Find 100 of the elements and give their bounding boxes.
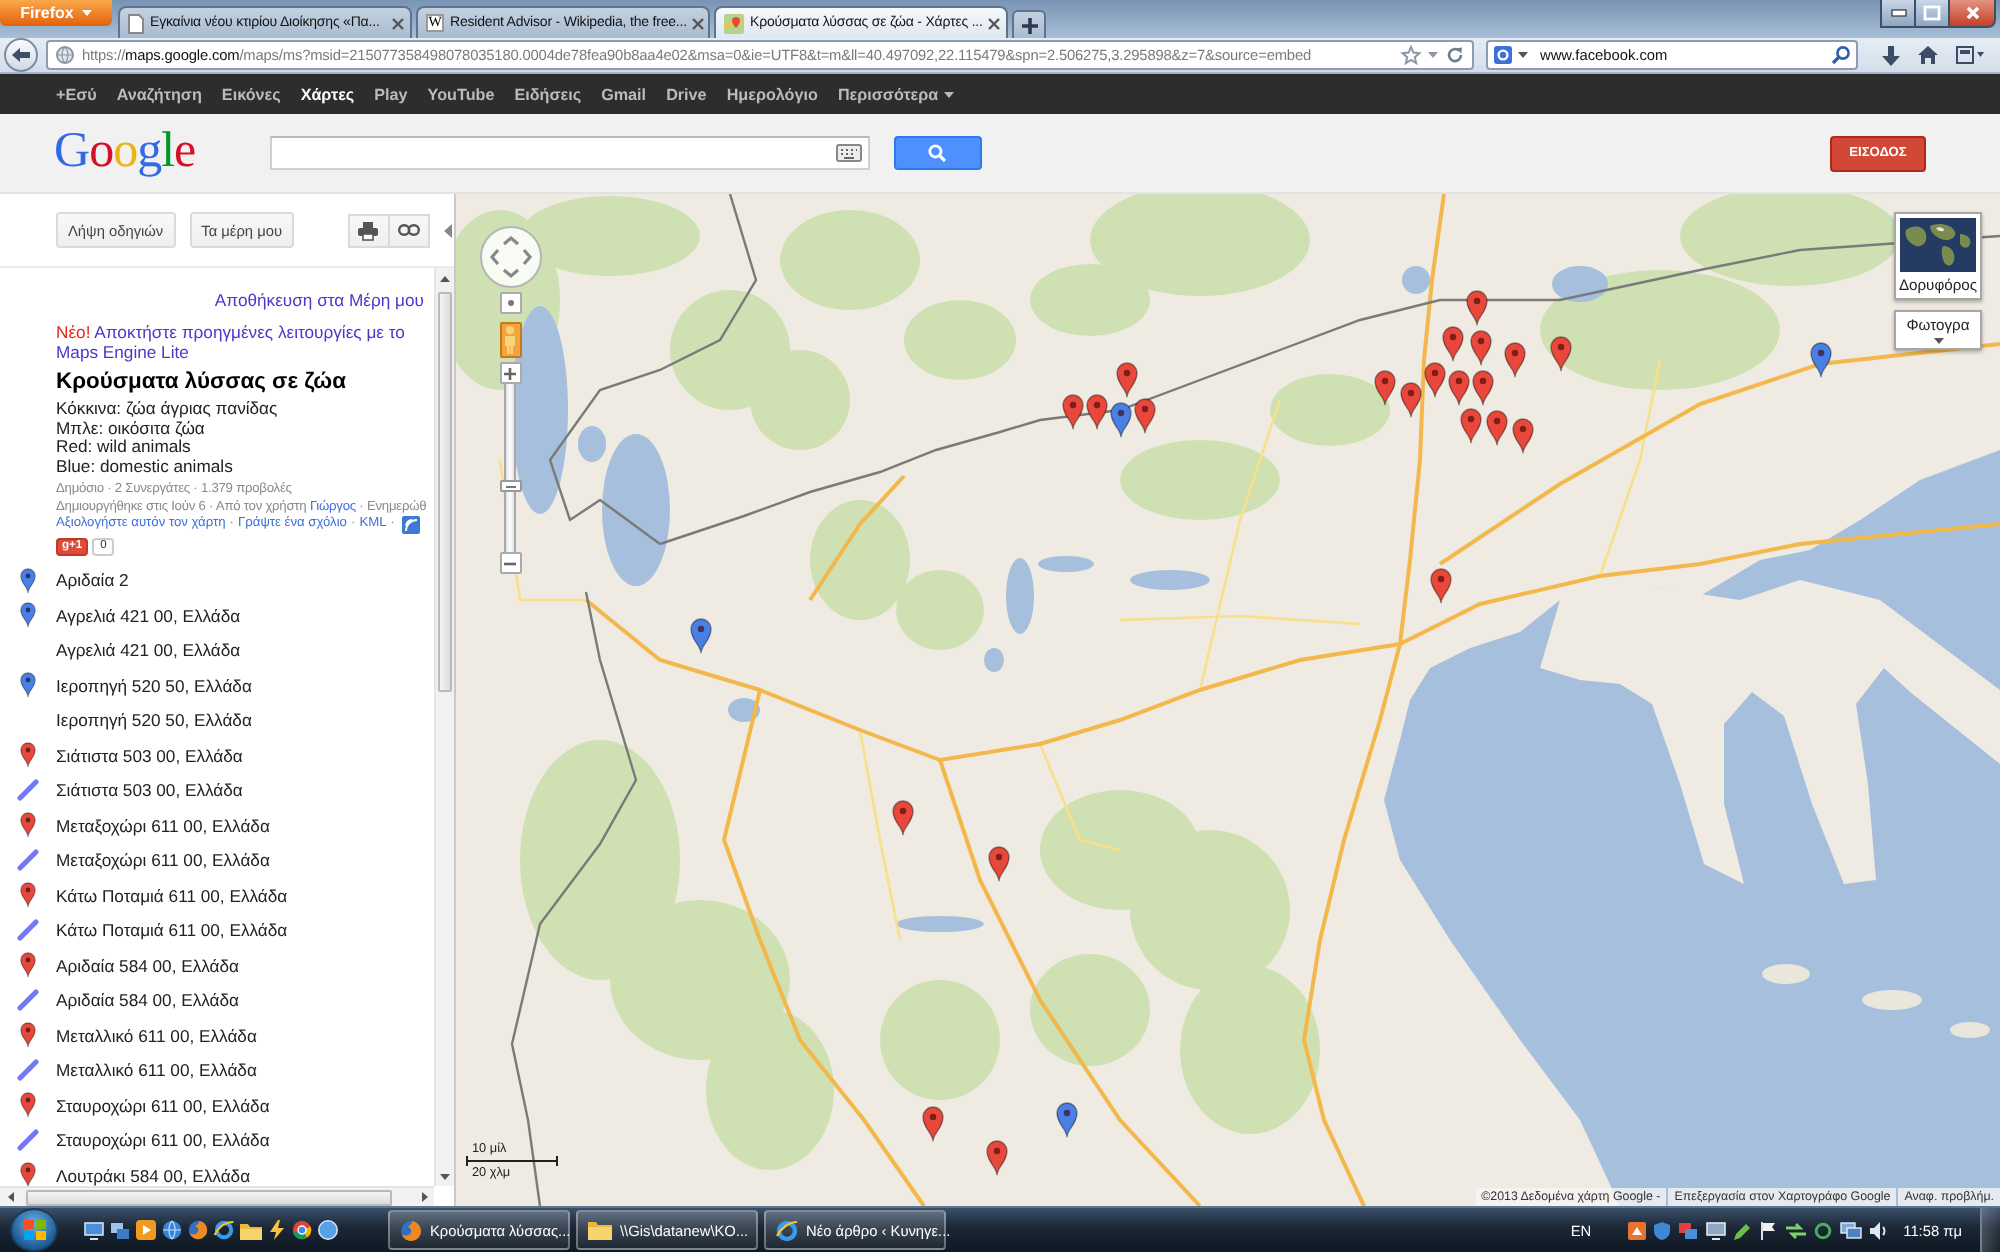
- close-icon[interactable]: [392, 17, 404, 29]
- place-link[interactable]: Λουτράκι 584 00, Ελλάδα: [56, 1165, 251, 1186]
- zoom-slider[interactable]: [504, 384, 516, 552]
- minimize-button[interactable]: [1880, 0, 1916, 28]
- nav-link[interactable]: Περισσότερα: [837, 85, 955, 103]
- windows-icon[interactable]: [110, 1221, 130, 1239]
- map-pin-icon[interactable]: [1423, 361, 1445, 397]
- nav-link[interactable]: +Εσύ: [56, 85, 97, 103]
- place-link[interactable]: Αριδαία 2: [56, 570, 129, 591]
- map-pin-icon[interactable]: [987, 845, 1009, 881]
- wheel-icon[interactable]: [292, 1220, 312, 1240]
- nav-link[interactable]: Gmail: [601, 85, 647, 103]
- zoom-slider-thumb[interactable]: [500, 480, 522, 493]
- search-field[interactable]: [269, 136, 870, 170]
- map-pin-icon[interactable]: [1109, 401, 1131, 437]
- map-pin-icon[interactable]: [985, 1139, 1007, 1175]
- map-pin-icon[interactable]: [891, 799, 913, 835]
- place-link[interactable]: Αριδαία 584 00, Ελλάδα: [56, 990, 240, 1011]
- back-button[interactable]: [4, 38, 38, 72]
- map-pin-icon[interactable]: [1115, 361, 1137, 397]
- map-pin-icon[interactable]: [689, 617, 711, 653]
- scrollbar-thumb[interactable]: [438, 292, 452, 692]
- close-icon[interactable]: [692, 17, 705, 29]
- globe-icon[interactable]: [162, 1220, 182, 1240]
- map-pin-icon[interactable]: [1429, 567, 1451, 603]
- nav-link[interactable]: Εικόνες: [221, 85, 281, 103]
- bolt-icon[interactable]: [268, 1220, 286, 1240]
- zoom-out-button[interactable]: [499, 552, 521, 574]
- map-pin-icon[interactable]: [1085, 393, 1107, 429]
- dot-button[interactable]: [499, 292, 521, 314]
- nav-link[interactable]: Χάρτες: [300, 85, 355, 103]
- star-icon[interactable]: [1402, 46, 1420, 64]
- collapse-arrow-icon[interactable]: [443, 223, 452, 237]
- app-tile-icon[interactable]: [1627, 1221, 1646, 1239]
- place-link[interactable]: Μεταλλικό 611 00, Ελλάδα: [56, 1025, 257, 1046]
- place-link[interactable]: Μεταξοχώρι 611 00, Ελλάδα: [56, 815, 270, 836]
- search-button[interactable]: [893, 136, 982, 170]
- close-window-button[interactable]: [1948, 0, 1996, 28]
- scrollbar[interactable]: [434, 268, 454, 1186]
- circle-icon[interactable]: [318, 1220, 338, 1240]
- map-pin-icon[interactable]: [1809, 341, 1831, 377]
- flag-icon[interactable]: [1759, 1221, 1778, 1239]
- reload-icon[interactable]: [1446, 46, 1464, 64]
- monitor-icon[interactable]: [1705, 1221, 1726, 1239]
- place-link[interactable]: Σταυροχώρι 611 00, Ελλάδα: [56, 1095, 270, 1116]
- print-button[interactable]: [347, 213, 390, 247]
- place-link[interactable]: Μεταλλικό 611 00, Ελλάδα: [56, 1060, 257, 1081]
- start-button[interactable]: [10, 1208, 58, 1252]
- place-link[interactable]: Μεταξοχώρι 611 00, Ελλάδα: [56, 850, 270, 871]
- map-pin-icon[interactable]: [1503, 341, 1525, 377]
- place-link[interactable]: Κάτω Ποταμιά 611 00, Ελλάδα: [56, 920, 288, 941]
- monitor-icon[interactable]: [84, 1221, 104, 1239]
- map-pin-icon[interactable]: [1061, 393, 1083, 429]
- play-icon[interactable]: [136, 1220, 156, 1240]
- search-icon[interactable]: [1832, 46, 1850, 64]
- map-pin-icon[interactable]: [1459, 407, 1481, 443]
- place-link[interactable]: Σιάτιστα 503 00, Ελλάδα: [56, 745, 243, 766]
- place-link[interactable]: Σταυροχώρι 611 00, Ελλάδα: [56, 1130, 270, 1151]
- place-link[interactable]: Αγρελιά 421 00, Ελλάδα: [56, 605, 241, 626]
- zoom-in-button[interactable]: [499, 362, 521, 384]
- map-pin-icon[interactable]: [1373, 369, 1395, 405]
- map-pin-icon[interactable]: [1511, 417, 1533, 453]
- ring-icon[interactable]: [214, 1220, 234, 1240]
- scrollbar-thumb[interactable]: [26, 1189, 392, 1205]
- nav-link[interactable]: Ημερολόγιο: [726, 85, 818, 103]
- shield-icon[interactable]: [1653, 1221, 1670, 1239]
- circle-outline-icon[interactable]: [1813, 1221, 1832, 1239]
- pencil-icon[interactable]: [1733, 1221, 1752, 1239]
- windows-icon[interactable]: [1677, 1221, 1698, 1239]
- place-link[interactable]: Κάτω Ποταμιά 611 00, Ελλάδα: [56, 885, 288, 906]
- restore-button[interactable]: [1914, 0, 1950, 28]
- map-pin-icon[interactable]: [1549, 335, 1571, 371]
- place-link[interactable]: Ιεροπηγή 520 50, Ελλάδα: [56, 710, 252, 731]
- place-link[interactable]: Ιεροπηγή 520 50, Ελλάδα: [56, 675, 252, 696]
- map-pin-icon[interactable]: [1469, 329, 1491, 365]
- map-pin-icon[interactable]: [1447, 369, 1469, 405]
- keyboard-icon[interactable]: [835, 144, 862, 162]
- map-pin-icon[interactable]: [1441, 325, 1463, 361]
- nav-link[interactable]: Play: [374, 85, 408, 103]
- nav-link[interactable]: Ειδήσεις: [514, 85, 582, 103]
- folder-icon[interactable]: [240, 1221, 262, 1239]
- map-pin-icon[interactable]: [1055, 1101, 1077, 1137]
- map-pin-icon[interactable]: [1465, 289, 1487, 325]
- map-pin-icon[interactable]: [921, 1105, 943, 1141]
- nav-link[interactable]: Drive: [666, 85, 707, 103]
- new-tab-button[interactable]: [1012, 10, 1046, 38]
- map-pin-icon[interactable]: [1485, 409, 1507, 445]
- arrows-icon[interactable]: [1785, 1221, 1806, 1239]
- show-desktop-button[interactable]: [1980, 1208, 2000, 1252]
- scrollbar[interactable]: [0, 1186, 434, 1206]
- feed-icon[interactable]: [402, 516, 421, 535]
- map-pin-icon[interactable]: [1399, 381, 1421, 417]
- bookmarks-menu-icon[interactable]: [1956, 46, 1984, 64]
- map-pin-icon[interactable]: [1471, 369, 1493, 405]
- swirl-icon[interactable]: [188, 1220, 208, 1240]
- network-icon[interactable]: [1839, 1221, 1862, 1239]
- home-icon[interactable]: [1918, 46, 1938, 64]
- place-link[interactable]: Αριδαία 584 00, Ελλάδα: [56, 955, 240, 976]
- place-link[interactable]: Σιάτιστα 503 00, Ελλάδα: [56, 780, 243, 801]
- promo-link[interactable]: Νέο! Αποκτήστε προηγμένες λειτουργίες με το Maps Engine Lite: [56, 322, 418, 362]
